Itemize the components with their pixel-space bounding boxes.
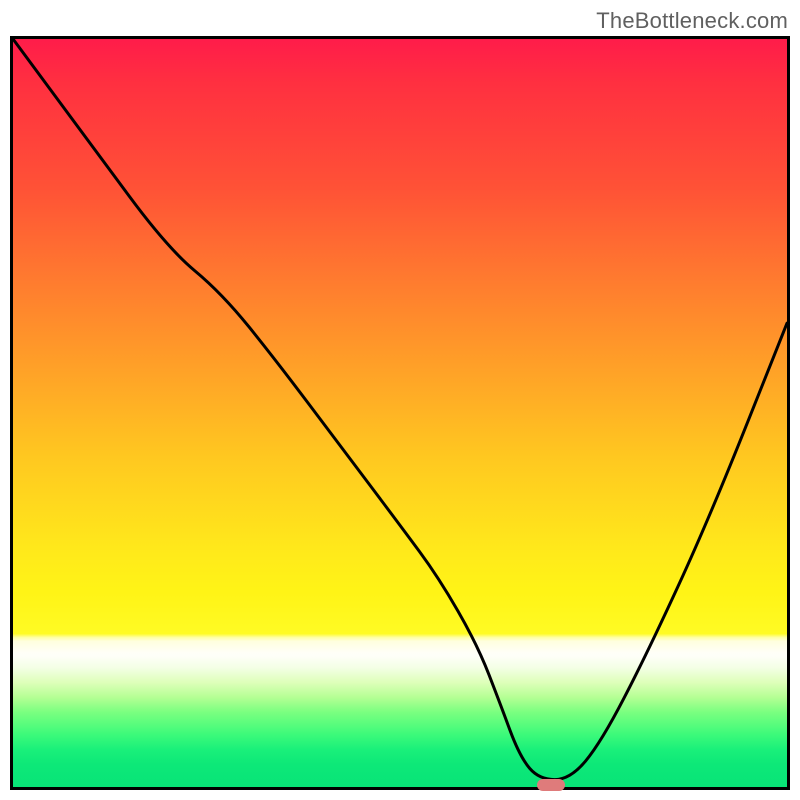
- curve-svg: [13, 39, 787, 787]
- bottleneck-curve: [13, 39, 787, 780]
- watermark-text: TheBottleneck.com: [596, 8, 788, 34]
- plot-area: [10, 36, 790, 790]
- optimal-marker: [537, 779, 565, 791]
- chart-container: TheBottleneck.com: [0, 0, 800, 800]
